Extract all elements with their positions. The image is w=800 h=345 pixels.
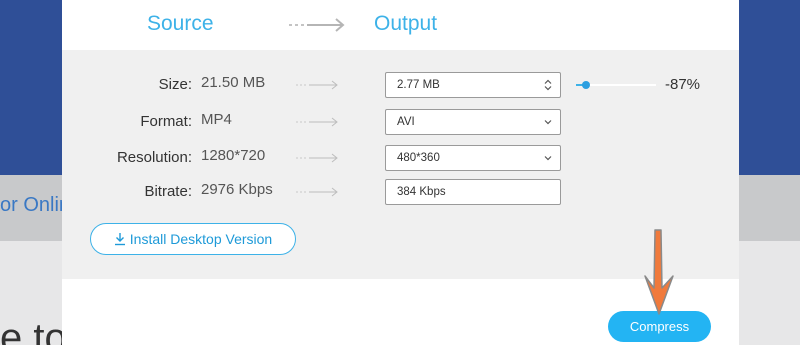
chevron-down-icon bbox=[544, 120, 552, 125]
background-link: or Online bbox=[0, 194, 62, 216]
background-heading: e to bbox=[0, 318, 62, 345]
resolution-dropdown[interactable]: 480*360 bbox=[385, 145, 561, 171]
bitrate-field[interactable]: 384 Kbps bbox=[385, 179, 561, 205]
size-label: Size: bbox=[158, 76, 192, 93]
resolution-source-value: 1280*720 bbox=[201, 147, 266, 164]
bitrate-source-value: 2976 Kbps bbox=[201, 181, 273, 198]
format-row: Format: MP4 AVI bbox=[62, 109, 739, 135]
arrow-right-icon bbox=[296, 117, 338, 127]
compress-label: Compress bbox=[629, 319, 690, 334]
format-label: Format: bbox=[140, 113, 192, 130]
install-desktop-label: Install Desktop Version bbox=[129, 231, 273, 247]
resolution-row: Resolution: 1280*720 480*360 bbox=[62, 145, 739, 171]
up-down-chevron-icon[interactable] bbox=[543, 79, 553, 91]
dialog-header: Source Output bbox=[62, 0, 739, 50]
arrow-right-icon bbox=[289, 18, 345, 32]
size-source-value: 21.50 MB bbox=[201, 74, 266, 91]
source-heading: Source bbox=[147, 12, 214, 35]
compression-percent: -87% bbox=[665, 76, 701, 93]
size-row: Size: 21.50 MB 2.77 MB -87% bbox=[62, 72, 739, 98]
bitrate-row: Bitrate: 2976 Kbps 384 Kbps bbox=[62, 179, 739, 205]
arrow-right-icon bbox=[296, 153, 338, 163]
size-output-value: 2.77 MB bbox=[397, 79, 440, 91]
size-slider[interactable] bbox=[576, 72, 656, 98]
chevron-down-icon bbox=[544, 156, 552, 161]
bitrate-label: Bitrate: bbox=[144, 183, 192, 200]
output-heading: Output bbox=[374, 12, 438, 35]
resolution-selected-value: 480*360 bbox=[397, 152, 440, 164]
arrow-right-icon bbox=[296, 187, 338, 197]
slider-thumb[interactable] bbox=[582, 81, 591, 89]
download-icon bbox=[114, 233, 125, 246]
format-dropdown[interactable]: AVI bbox=[385, 109, 561, 135]
format-source-value: MP4 bbox=[201, 111, 232, 128]
size-output-stepper[interactable]: 2.77 MB bbox=[385, 72, 561, 98]
install-desktop-button[interactable]: Install Desktop Version bbox=[90, 223, 296, 255]
resolution-label: Resolution: bbox=[116, 149, 192, 166]
arrow-right-icon bbox=[296, 80, 338, 90]
format-selected-value: AVI bbox=[397, 116, 415, 128]
bitrate-output-value: 384 Kbps bbox=[397, 186, 446, 198]
pointer-arrow-icon bbox=[644, 229, 674, 315]
